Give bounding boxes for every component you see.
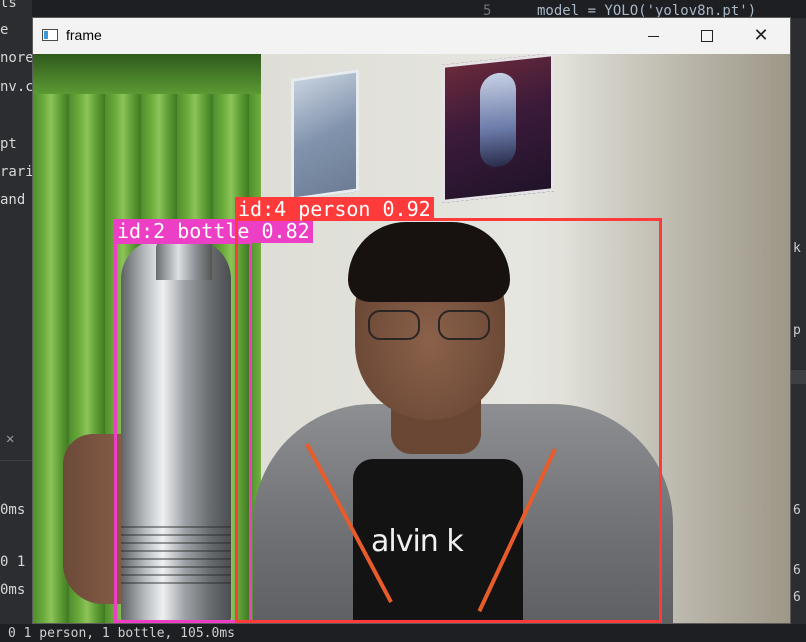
minimize-icon (647, 35, 659, 37)
right-number: 6 (793, 563, 801, 578)
ide-project-sidebar: ts e nore nv.cf pt rarie and C ✕ 0ms 0 1… (0, 0, 42, 642)
editor-highlight (791, 370, 806, 384)
sidebar-fragment: ts (0, 0, 17, 11)
detection-label-person: id:4 person 0.92 (235, 197, 434, 221)
terminal-fragment: 0ms (0, 582, 26, 598)
detection-box-bottle (114, 241, 252, 623)
frame-window[interactable]: frame ✕ alvin k id:2 bottle 0.82 id:4 pe… (32, 17, 791, 624)
poster-figure (480, 71, 516, 169)
right-fragment: k (793, 241, 801, 256)
right-fragment: p (793, 323, 801, 338)
minimize-button[interactable] (630, 18, 676, 54)
maximize-button[interactable] (684, 18, 730, 54)
ide-editor-strip: 5 model = YOLO('yolov8n.pt') (455, 0, 806, 18)
close-panel-icon[interactable]: ✕ (6, 431, 14, 447)
terminal-fragment: 0ms (0, 502, 26, 518)
camera-feed: alvin k id:2 bottle 0.82 id:4 person 0.9… (33, 54, 790, 623)
detection-box-person (235, 218, 662, 623)
right-number: 6 (793, 590, 801, 605)
wall-poster (442, 54, 554, 203)
right-number: 6 (793, 503, 801, 518)
line-number: 5 (483, 3, 492, 18)
close-icon: ✕ (753, 25, 769, 46)
wall-poster (291, 69, 359, 201)
app-icon (42, 29, 58, 41)
panel-divider (0, 460, 32, 461)
maximize-icon (701, 30, 713, 42)
terminal-status-line: 0 1 person, 1 bottle, 105.0ms (0, 624, 806, 642)
sidebar-fragment: pt (0, 136, 17, 152)
ide-right-strip: k p 6 6 6 (791, 18, 806, 642)
close-button[interactable]: ✕ (738, 18, 784, 54)
sidebar-fragment: e (0, 22, 9, 38)
curtain-shadow (33, 54, 261, 94)
code-line: model = YOLO('yolov8n.pt') (537, 3, 757, 18)
window-title: frame (66, 27, 102, 43)
terminal-fragment: 0 1 (0, 554, 26, 570)
title-bar[interactable]: frame ✕ (33, 18, 790, 54)
sidebar-fragment: nore (0, 50, 34, 66)
terminal-status-text: 0 1 person, 1 bottle, 105.0ms (8, 626, 235, 641)
